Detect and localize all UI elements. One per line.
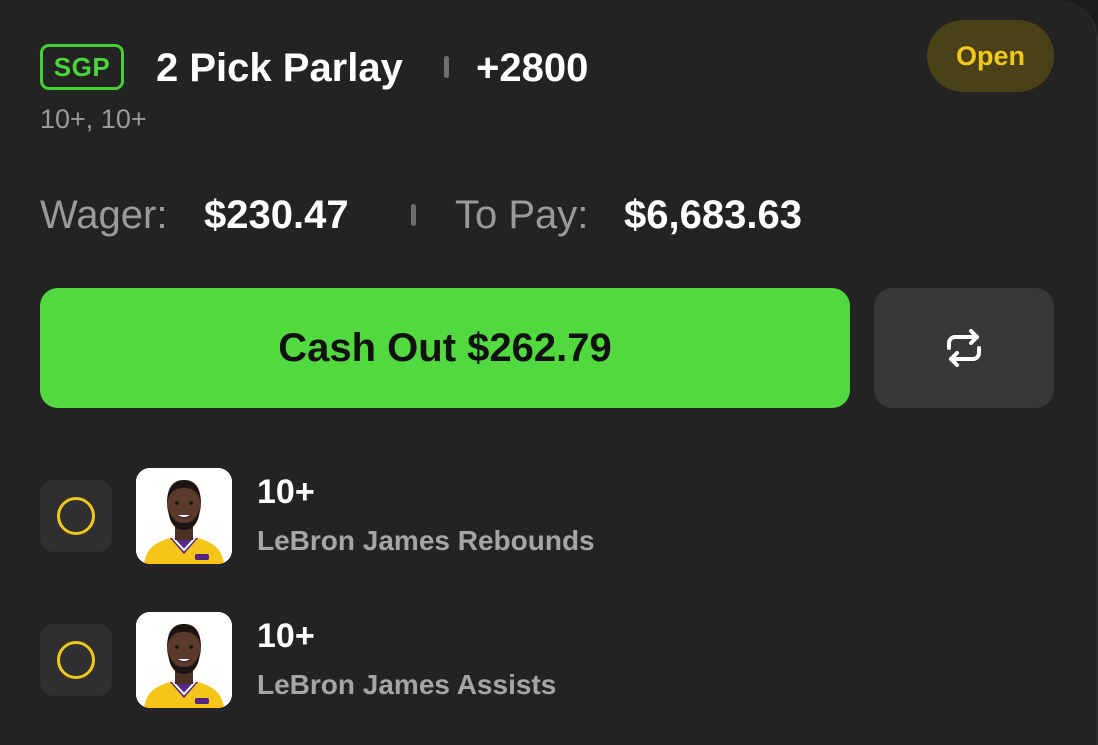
pending-circle-icon [40,624,112,696]
player-avatar [136,468,232,564]
sgp-badge: SGP [40,44,124,90]
leg-description: LeBron James Rebounds [257,525,595,556]
to-pay-value: $6,683.63 [624,193,802,237]
to-pay-label: To Pay: [455,193,589,237]
wager-label: Wager: [40,193,168,237]
repeat-bet-button[interactable] [874,288,1054,408]
bet-subtitle: 10+, 10+ [40,104,147,134]
status-badge: Open [927,20,1054,92]
cash-out-button[interactable]: Cash Out $262.79 [40,288,850,408]
player-avatar [136,612,232,708]
leg-line: 10+ [257,617,315,655]
bet-title: 2 Pick Parlay [156,46,403,90]
bet-odds: +2800 [476,46,589,90]
leg-line: 10+ [257,473,315,511]
title-divider [444,56,449,78]
cash-out-label: Cash Out $262.79 [278,325,612,370]
wager-value: $230.47 [204,193,349,237]
leg-description: LeBron James Assists [257,669,557,700]
repeat-icon [941,328,987,368]
leg-item[interactable]: 10+ LeBron James Rebounds [0,468,1098,568]
leg-item[interactable]: 10+ LeBron James Assists [0,612,1098,712]
pending-circle-icon [40,480,112,552]
stats-divider [411,204,416,226]
bet-card: SGP 2 Pick Parlay +2800 Open 10+, 10+ Wa… [0,0,1098,745]
